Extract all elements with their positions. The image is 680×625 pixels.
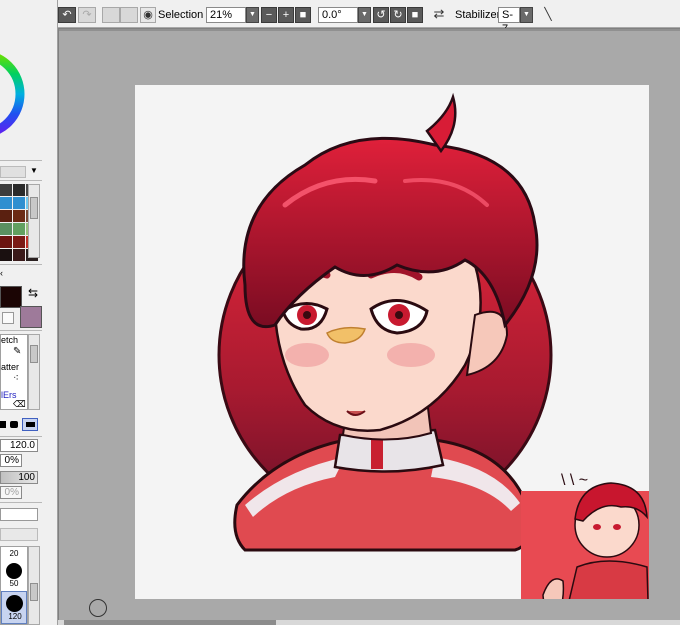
background-color-swatch[interactable] [20, 306, 42, 328]
eraser-icon: ⌫ [13, 399, 26, 409]
color-swatch[interactable] [0, 197, 12, 209]
color-swatch[interactable] [0, 184, 12, 196]
color-swatch[interactable] [0, 210, 12, 222]
pencil-icon: ✎ [13, 346, 22, 357]
brush-size-dot[interactable] [6, 563, 22, 579]
reference-thumbnail: \ \ ~ [521, 472, 649, 599]
selection-label: Selection [158, 9, 204, 21]
straight-line-icon[interactable]: ╲ [540, 7, 556, 23]
zoom-in-button[interactable]: + [278, 7, 294, 23]
brush-size-label: 120 [8, 612, 22, 621]
undo-button[interactable]: ↶ [58, 7, 76, 23]
panel-divider [0, 264, 42, 265]
zoom-reset-button[interactable]: ■ [295, 7, 311, 23]
artwork-illustration: \ \ ~ [217, 92, 649, 599]
color-wheel[interactable] [0, 34, 26, 154]
panel-divider [0, 160, 42, 161]
drawing-paper[interactable]: \ \ ~ [135, 85, 649, 599]
horizontal-scrollbar[interactable] [58, 620, 680, 625]
color-swatch[interactable] [13, 197, 25, 209]
stabilizer-field[interactable]: S-7 [498, 7, 520, 35]
navigator-circle-icon[interactable] [89, 599, 107, 617]
brush-dropdown[interactable] [0, 528, 38, 541]
panel-divider [0, 436, 42, 437]
scatter-brush-icon: ⁖ [13, 373, 19, 384]
rotate-left-button[interactable]: ↺ [373, 7, 389, 23]
min-size-field[interactable]: 0% [0, 454, 22, 467]
brush-size-list[interactable]: 20 50 120 [0, 546, 28, 625]
color-swatch[interactable] [13, 210, 25, 222]
rotation-dropdown-icon[interactable]: ▼ [358, 7, 371, 23]
brush-density-slider[interactable]: 100 [0, 471, 38, 484]
blending-field[interactable]: 0% [0, 486, 22, 499]
zoom-dropdown-icon[interactable]: ▼ [246, 7, 259, 23]
invert-selection-button[interactable] [120, 7, 138, 23]
brush-shape-round-icon[interactable] [10, 421, 18, 428]
color-swatch[interactable] [0, 236, 12, 248]
color-swatch[interactable] [13, 223, 25, 235]
swatch-menu-arrow-icon[interactable]: ▼ [30, 166, 38, 175]
left-panel: ▼ ‹ ⇆ etch ✎ atter ⁖ lErs ⌫ 120.0 0% 100… [0, 0, 58, 625]
redo-button[interactable]: ↷ [78, 7, 96, 23]
brush-shape-selected[interactable] [22, 418, 38, 431]
stabilizer-dropdown-icon[interactable]: ▼ [520, 7, 533, 23]
brush-list-scrollbar[interactable] [28, 546, 40, 625]
top-toolbar: ↶ ↷ ◉ Selection 21% ▼ − + ■ 0.0° ▼ ↺ ↻ ■… [58, 0, 680, 35]
canvas-viewport[interactable]: \ \ ~ [58, 28, 680, 625]
rotation-reset-button[interactable]: ■ [407, 7, 423, 23]
swatch-scrollbar[interactable] [28, 184, 40, 258]
rotate-right-button[interactable]: ↻ [390, 7, 406, 23]
color-swatch[interactable] [13, 249, 25, 261]
stabilizer-label: Stabilizer [455, 9, 501, 21]
zoom-out-button[interactable]: − [261, 7, 277, 23]
panel-divider [0, 502, 42, 503]
tool-scroll-thumb[interactable] [30, 345, 38, 363]
color-swatch[interactable] [13, 236, 25, 248]
eye-icon[interactable]: ◉ [140, 7, 156, 23]
tool-label-sketch[interactable]: etch [1, 335, 18, 345]
svg-text:\ \ ~: \ \ ~ [561, 472, 588, 489]
brush-size-field[interactable]: 120.0 [0, 439, 38, 452]
foreground-color-swatch[interactable] [0, 286, 22, 308]
brush-size-selected[interactable]: 120 [1, 591, 27, 624]
color-swatch[interactable] [0, 223, 12, 235]
panel-divider [0, 180, 42, 181]
swatch-scroll-thumb[interactable] [30, 197, 38, 219]
brush-list-scroll-thumb[interactable] [30, 583, 38, 601]
paint-tool-sai-window: ▼ ‹ ⇆ etch ✎ atter ⁖ lErs ⌫ 120.0 0% 100… [0, 0, 680, 625]
tool-label-scatter[interactable]: atter [1, 362, 19, 372]
panel-tab-marker: ‹ [0, 268, 3, 278]
zoom-field[interactable]: 21% [206, 7, 246, 23]
brush-shape-square-icon[interactable] [0, 421, 6, 428]
brush-size-label: 20 [9, 549, 19, 558]
swap-colors-icon[interactable]: ⇆ [28, 286, 38, 300]
swatch-tab[interactable] [0, 166, 26, 178]
color-swatch[interactable] [13, 184, 25, 196]
brush-density-value: 100 [18, 472, 35, 483]
texture-dropdown[interactable] [0, 508, 38, 521]
deselect-button[interactable] [102, 7, 120, 23]
panel-divider [0, 330, 42, 331]
brush-size-label: 50 [9, 579, 19, 588]
brush-shape-buttons [0, 418, 40, 432]
horizontal-scroll-thumb[interactable] [64, 620, 276, 625]
flip-horizontal-icon[interactable]: ⇄ [430, 7, 448, 23]
transparent-color-icon[interactable] [2, 312, 14, 324]
rotation-field[interactable]: 0.0° [318, 7, 358, 23]
color-swatch[interactable] [0, 249, 12, 261]
tool-list[interactable]: etch ✎ atter ⁖ lErs ⌫ [0, 334, 28, 410]
tool-scrollbar[interactable] [28, 334, 40, 410]
